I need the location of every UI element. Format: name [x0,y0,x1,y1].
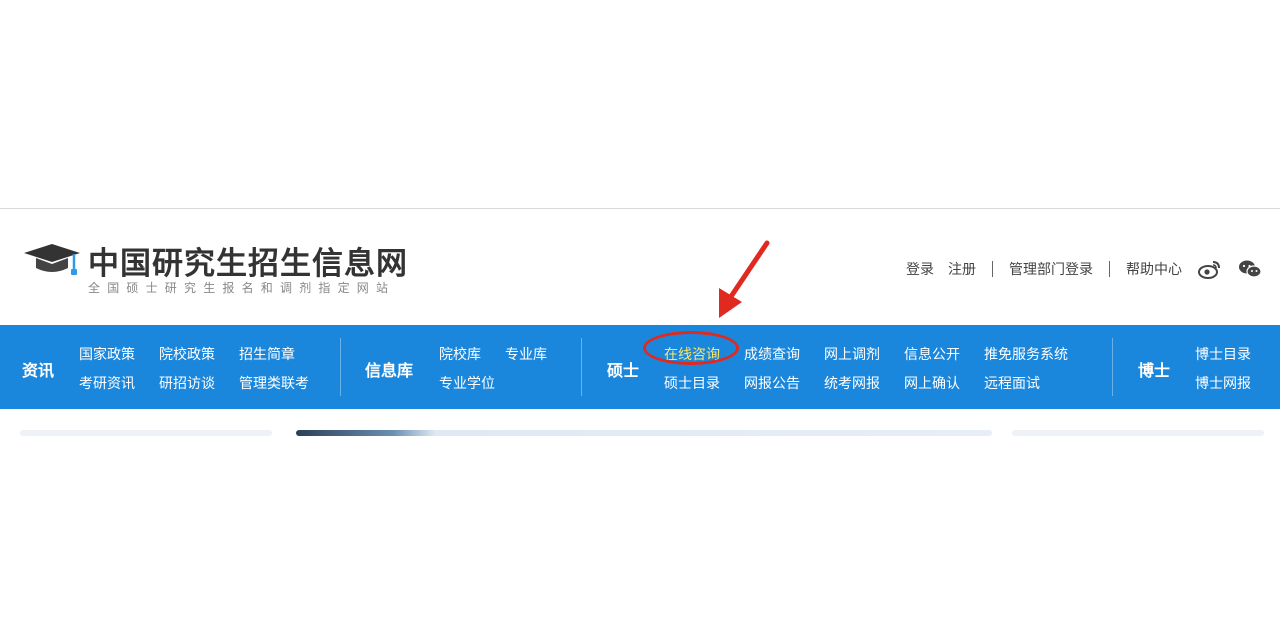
nav-link-online-adjustment[interactable]: 网上调剂 [824,344,880,364]
login-link[interactable]: 登录 [906,259,934,279]
red-arrow-annotation [719,240,770,318]
graduation-cap-icon [24,244,80,275]
nav-section-infobase-title[interactable]: 信息库 [365,357,413,381]
nav-link-unified-exam-registration[interactable]: 统考网报 [824,373,880,393]
site-title: 中国研究生招生信息网 [88,246,408,282]
nav-link-info-disclosure[interactable]: 信息公开 [904,344,960,364]
wechat-icon[interactable] [1238,258,1262,280]
nav-link-master-catalog[interactable]: 硕士目录 [664,373,720,393]
nav-link-school-library[interactable]: 院校库 [439,344,481,364]
nav-link-professional-degree[interactable]: 专业学位 [439,373,495,393]
nav-link-remote-interview[interactable]: 远程面试 [984,373,1040,393]
nav-link-doctor-registration[interactable]: 博士网报 [1195,373,1251,393]
register-link[interactable]: 注册 [948,259,976,279]
admin-login-link[interactable]: 管理部门登录 [1009,259,1093,279]
site-subtitle: 全国硕士研究生报名和调剂指定网站 [88,281,396,295]
site-logo[interactable]: 中国研究生招生信息网 全国硕士研究生报名和调剂指定网站 [22,238,422,298]
divider [1109,261,1110,277]
nav-link-management-joint-exam[interactable]: 管理类联考 [239,373,309,393]
nav-link-major-library[interactable]: 专业库 [505,344,547,364]
weibo-icon[interactable] [1198,258,1222,280]
nav-section-master-title[interactable]: 硕士 [607,357,639,381]
nav-divider [340,338,341,396]
nav-section-news-title[interactable]: 资讯 [22,357,54,381]
nav-link-online-confirmation[interactable]: 网上确认 [904,373,960,393]
nav-link-school-policy[interactable]: 院校政策 [159,344,215,364]
nav-link-recommendation-system[interactable]: 推免服务系统 [984,344,1068,364]
nav-link-registration-notice[interactable]: 网报公告 [744,373,800,393]
content-panel-left [20,430,272,436]
main-nav-bar: 资讯 国家政策 院校政策 招生简章 考研资讯 研招访谈 管理类联考 信息库 院校… [0,325,1280,409]
top-links: 登录 注册 管理部门登录 帮助中心 [906,258,1262,280]
nav-link-score-query[interactable]: 成绩查询 [744,344,800,364]
nav-link-interviews[interactable]: 研招访谈 [159,373,215,393]
divider [992,261,993,277]
nav-link-doctor-catalog[interactable]: 博士目录 [1195,344,1251,364]
nav-link-national-policy[interactable]: 国家政策 [79,344,135,364]
content-banner [296,430,992,436]
nav-link-online-consult[interactable]: 在线咨询 [664,344,720,364]
help-center-link[interactable]: 帮助中心 [1126,259,1182,279]
content-panel-right [1012,430,1264,436]
nav-link-admission-brochure[interactable]: 招生简章 [239,344,295,364]
top-divider [0,208,1280,209]
nav-divider [581,338,582,396]
nav-divider [1112,338,1113,396]
nav-section-doctor-title[interactable]: 博士 [1138,357,1170,381]
nav-link-exam-news[interactable]: 考研资讯 [79,373,135,393]
